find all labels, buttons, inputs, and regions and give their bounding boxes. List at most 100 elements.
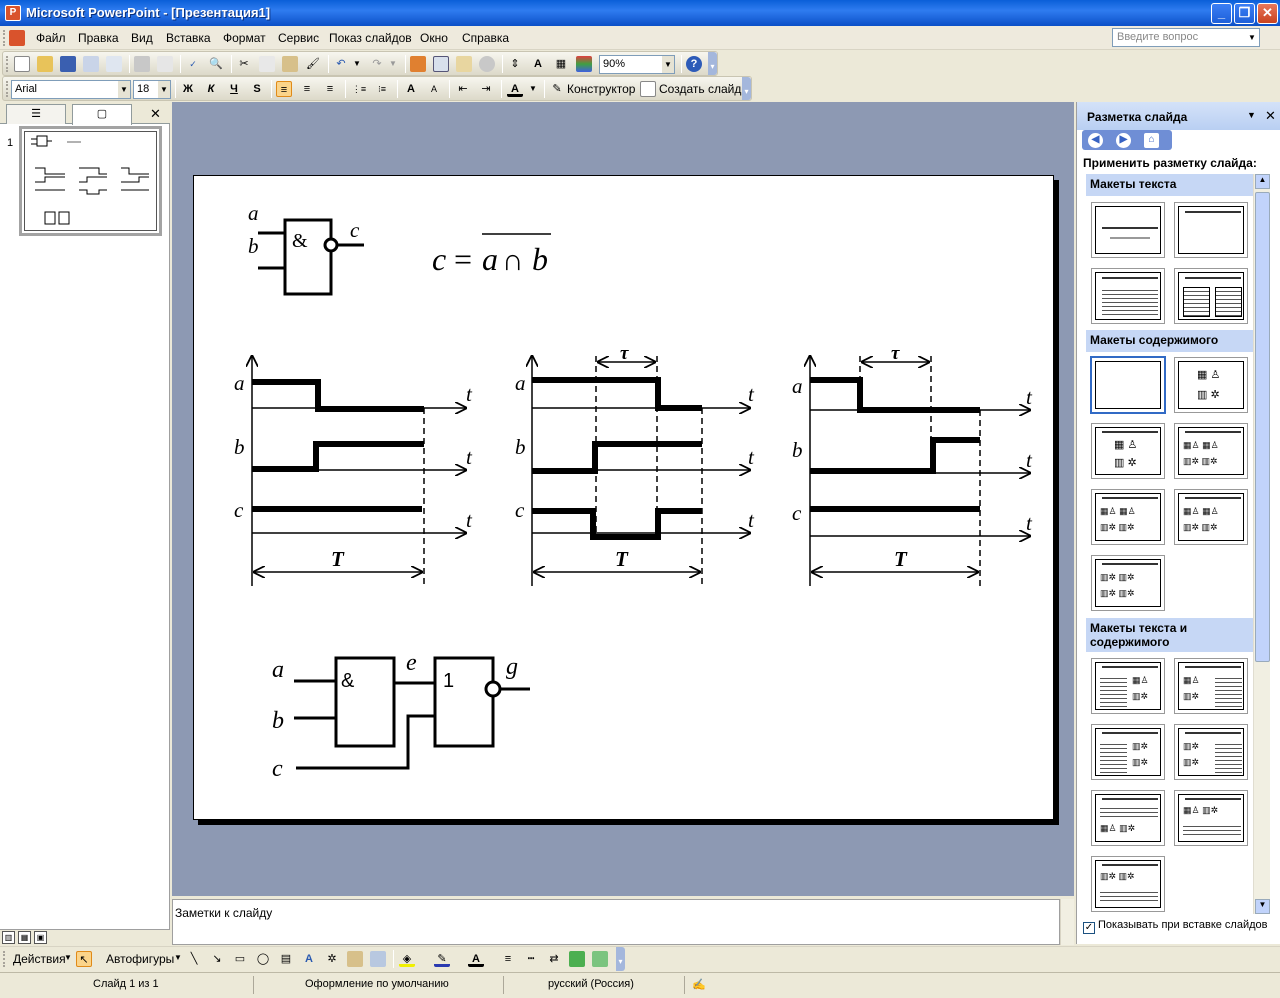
tables-borders-icon[interactable] [456,56,472,72]
line-icon[interactable]: ╲ [186,951,202,967]
scroll-down-icon[interactable]: ▼ [1255,899,1270,914]
close-icon[interactable]: ✕ [150,106,161,122]
layout-blank[interactable] [1091,357,1165,413]
menu-help[interactable]: Справка [462,31,509,45]
normal-view-icon[interactable]: ▥ [2,931,15,944]
font-color-dropdown-icon[interactable]: ▼ [525,81,541,97]
line-style-icon[interactable]: ≡ [500,951,516,967]
chevron-down-icon[interactable]: ▼ [662,56,674,73]
align-center-icon[interactable]: ≡ [299,81,315,97]
scroll-thumb[interactable] [1255,192,1270,662]
notes-input[interactable]: Заметки к слайду [172,899,1060,945]
font-size-select[interactable]: 18 ▼ [133,80,171,99]
rectangle-icon[interactable]: ▭ [232,951,248,967]
toolbar-grip[interactable] [6,81,9,97]
layout-two-content-and-text[interactable]: ▥✲ ▥✲ [1174,724,1248,780]
tab-outline[interactable]: ☰ [6,104,66,124]
layout-title-slide[interactable] [1091,202,1165,258]
copy-icon[interactable] [259,56,275,72]
slideshow-view-icon[interactable]: ▣ [34,931,47,944]
layout-title-four-content[interactable]: ▥✲ ▥✲ ▥✲ ▥✲ [1091,555,1165,611]
undo-dropdown-icon[interactable]: ▼ [349,56,365,72]
chevron-down-icon[interactable]: ▼ [174,953,182,962]
new-slide-icon[interactable] [640,81,656,97]
email-icon[interactable] [106,56,122,72]
bullets-icon[interactable]: ⁝≡ [374,81,390,97]
line-color-icon[interactable]: ✎ [434,951,450,967]
slide-canvas[interactable]: a b c & c = a ∩ b a b c t t t T a b c t … [193,175,1054,820]
menu-slideshow[interactable]: Показ слайдов [329,31,412,45]
and-nor-circuit[interactable]: a b c e g & 1 [272,650,530,782]
clipart-icon[interactable] [347,951,363,967]
chevron-down-icon[interactable]: ▼ [158,81,170,98]
actions-menu[interactable]: Действия [13,952,66,966]
font-color-icon[interactable]: A [507,81,523,97]
align-right-icon[interactable]: ≡ [322,81,338,97]
layout-title-content-over-text[interactable]: ▦♙ ▥✲ [1174,790,1248,846]
close-icon[interactable]: ✕ [1265,108,1276,124]
slide-sorter-icon[interactable]: ▦ [18,931,31,944]
new-document-icon[interactable] [14,56,30,72]
toolbar-grip[interactable] [6,56,9,72]
bold-button[interactable]: Ж [180,81,196,97]
increase-font-icon[interactable]: A [403,81,419,97]
chevron-down-icon[interactable]: ▼ [1247,110,1256,120]
chevron-down-icon[interactable]: ▼ [64,953,72,962]
layout-text-and-two-content[interactable]: ▥✲ ▥✲ [1091,724,1165,780]
fill-color-icon[interactable]: ◈ [399,951,415,967]
home-icon[interactable]: ⌂ [1144,133,1159,148]
chevron-down-icon[interactable]: ▼ [118,81,130,98]
save-icon[interactable] [60,56,76,72]
diagram-icon[interactable]: ✲ [324,951,340,967]
restore-button[interactable]: ❐ [1234,3,1255,24]
layout-title-content-3[interactable]: ▦♙ ▦♙ ▥✲ ▥✲ [1091,489,1165,545]
layout-title-text[interactable] [1091,268,1165,324]
scroll-up-icon[interactable]: ▲ [1255,174,1270,189]
open-folder-icon[interactable] [37,56,53,72]
autoshapes-menu[interactable]: Автофигуры [106,952,174,966]
wordart-icon[interactable]: A [301,951,317,967]
spelling-status-icon[interactable]: ✍ [692,978,706,991]
arrow-icon[interactable]: ↘ [209,951,225,967]
research-icon[interactable]: 🔍 [208,56,224,72]
decrease-font-icon[interactable]: A [426,81,442,97]
chevron-down-icon[interactable]: ▼ [1246,30,1258,45]
print-icon[interactable] [134,56,150,72]
3d-style-icon[interactable] [592,951,608,967]
expand-all-icon[interactable]: ⇕ [507,56,523,72]
toolbar-options-chevron[interactable]: ▾ [742,77,751,100]
paste-icon[interactable] [282,56,298,72]
checkbox-checked-icon[interactable]: ✓ [1083,922,1095,934]
insert-chart-icon[interactable] [410,56,426,72]
shadow-style-icon[interactable] [569,951,585,967]
cut-icon[interactable]: ✂ [236,56,252,72]
redo-dropdown-icon[interactable]: ▼ [385,56,401,72]
timing-diagram-2[interactable]: a b c t t t τ T [515,343,755,586]
decrease-indent-icon[interactable]: ⇤ [455,81,471,97]
toolbar-options-chevron[interactable]: ▾ [708,52,717,75]
layout-title-two-columns[interactable] [1174,268,1248,324]
menu-format[interactable]: Формат [223,31,266,45]
layout-title-two-content-over-text[interactable]: ▥✲ ▥✲ [1091,856,1165,912]
help-icon[interactable]: ? [686,56,702,72]
menu-file[interactable]: Файл [36,31,66,45]
menu-window[interactable]: Окно [420,31,448,45]
insert-diagram-icon[interactable] [479,56,495,72]
numbering-icon[interactable]: ⋮≡ [351,81,367,97]
arrow-style-icon[interactable]: ⇄ [546,951,562,967]
increase-indent-icon[interactable]: ⇥ [478,81,494,97]
zoom-select[interactable]: 90% ▼ [599,55,675,74]
redo-icon[interactable]: ↷ [369,56,385,72]
spelling-icon[interactable]: ✓ [185,56,201,72]
menu-tools[interactable]: Сервис [278,31,319,45]
shadow-button[interactable]: S [249,81,265,97]
undo-icon[interactable]: ↶ [333,56,349,72]
timing-diagram-3[interactable]: a b c t t t τ T [792,343,1033,586]
grid-icon[interactable]: ▦ [553,56,569,72]
back-icon[interactable]: ◀ [1088,133,1103,148]
document-icon[interactable] [9,30,25,46]
ask-question-input[interactable]: Введите вопрос ▼ [1112,28,1260,47]
insert-table-icon[interactable] [433,56,449,72]
align-left-icon[interactable]: ≡ [276,81,292,97]
powerpoint-app-icon[interactable]: P [5,5,21,21]
